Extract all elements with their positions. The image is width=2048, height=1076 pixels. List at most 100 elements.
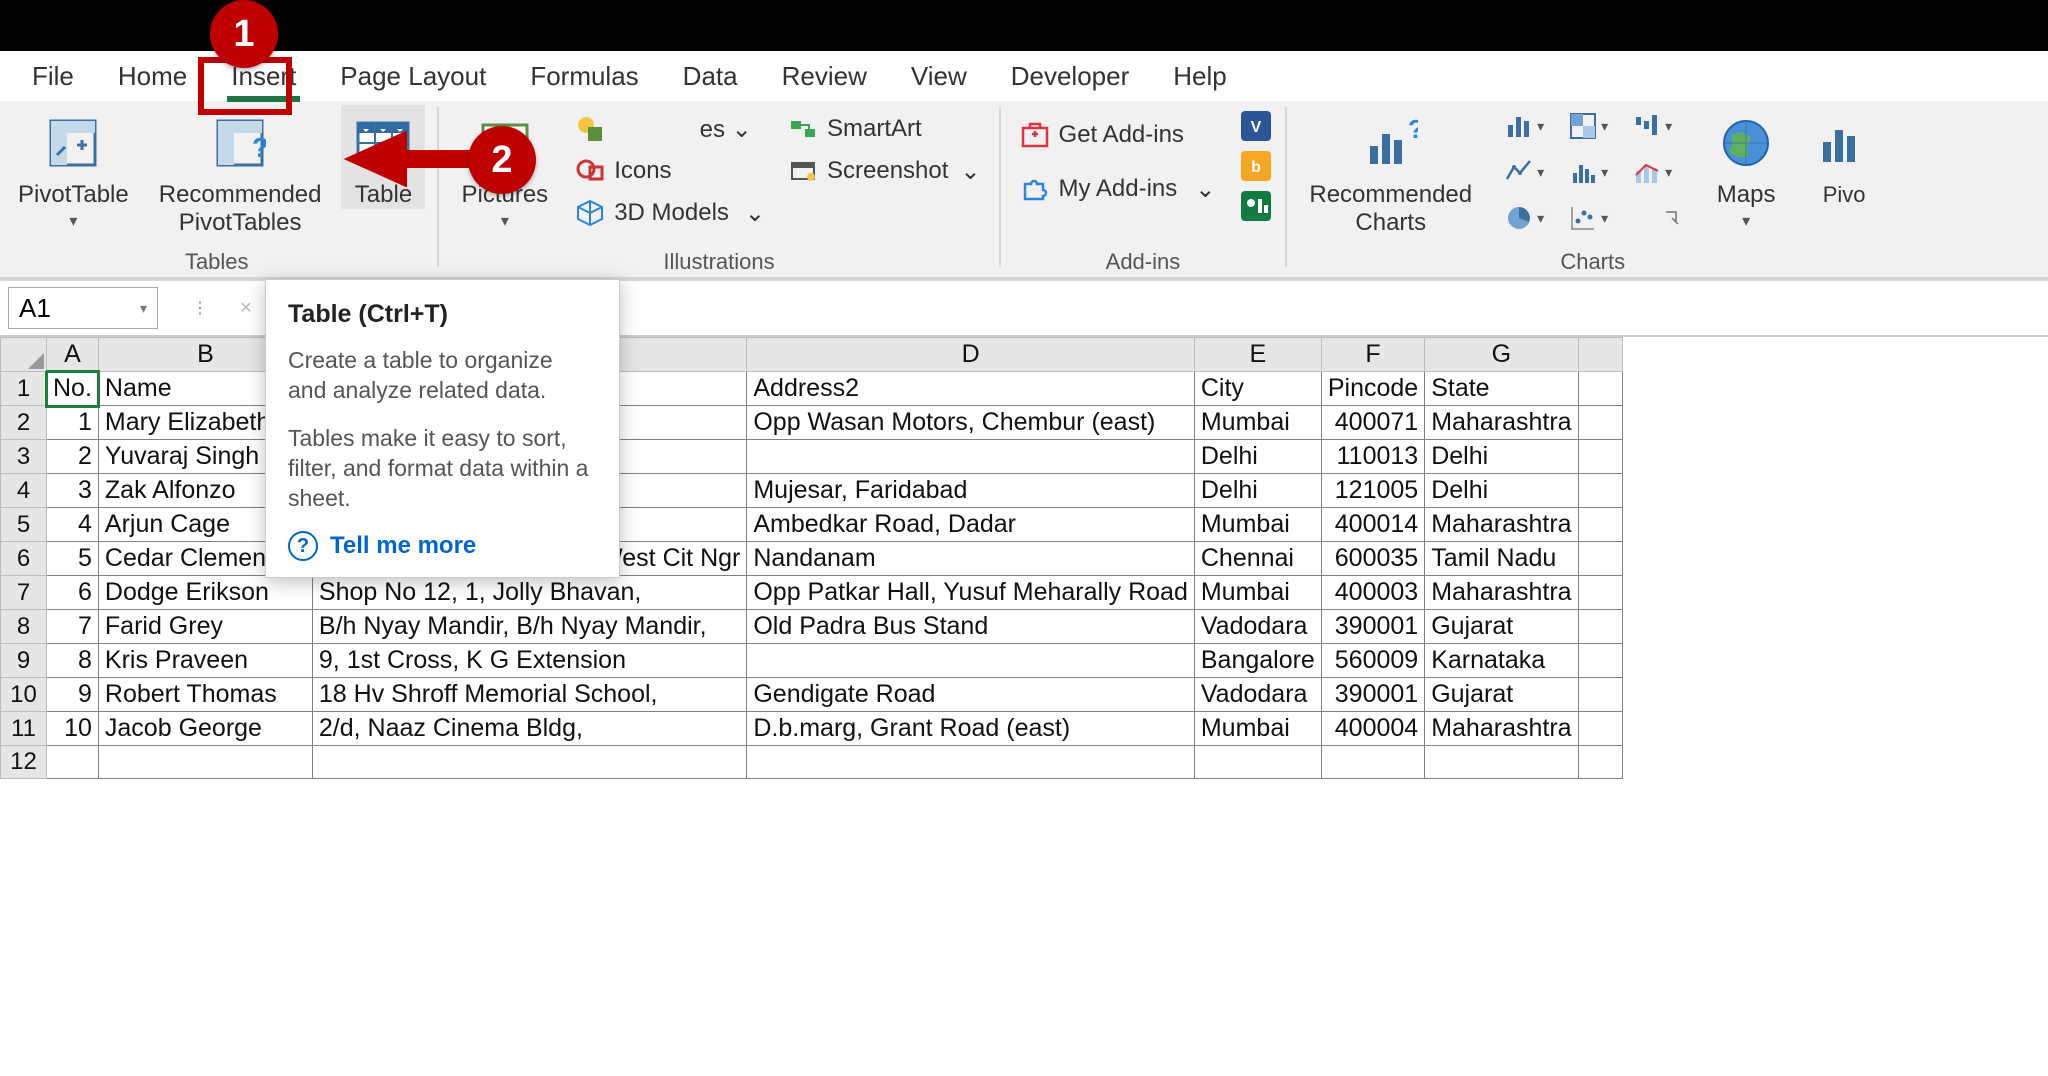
cell[interactable]: Gujarat xyxy=(1425,610,1578,644)
cell[interactable]: 3 xyxy=(47,474,99,508)
cell[interactable]: Mumbai xyxy=(1194,508,1321,542)
cell[interactable] xyxy=(747,440,1195,474)
cell[interactable]: 9 xyxy=(47,678,99,712)
cell[interactable]: 2/d, Naaz Cinema Bldg, xyxy=(312,712,746,746)
shapes-button[interactable]: Shapes es ⌄ xyxy=(568,109,771,149)
cell[interactable]: 400071 xyxy=(1321,406,1424,440)
cell[interactable]: Delhi xyxy=(1194,440,1321,474)
pie-chart-button[interactable]: ▾ xyxy=(1496,203,1552,233)
cell[interactable] xyxy=(1578,406,1622,440)
cell[interactable]: 5 xyxy=(47,542,99,576)
cell[interactable]: Opp Wasan Motors, Chembur (east) xyxy=(747,406,1195,440)
cell[interactable] xyxy=(1578,610,1622,644)
3d-models-button[interactable]: 3D Models ⌄ xyxy=(568,193,771,233)
cell[interactable]: 400003 xyxy=(1321,576,1424,610)
pivotchart-button[interactable]: Pivo xyxy=(1802,105,1886,209)
cell[interactable]: Pincode xyxy=(1321,372,1424,406)
cell[interactable]: City xyxy=(1194,372,1321,406)
cell[interactable]: 6 xyxy=(47,576,99,610)
cell[interactable] xyxy=(1578,508,1622,542)
combo-chart-button[interactable]: ▾ xyxy=(1624,157,1680,187)
row-header[interactable]: 12 xyxy=(1,746,47,779)
row-header[interactable]: 3 xyxy=(1,440,47,474)
statistic-chart-button[interactable]: ▾ xyxy=(1560,157,1616,187)
column-chart-button[interactable]: ▾ xyxy=(1496,111,1552,141)
column-header[interactable]: A xyxy=(47,338,99,372)
cell[interactable]: Mujesar, Faridabad xyxy=(747,474,1195,508)
cell[interactable]: Karnataka xyxy=(1425,644,1578,678)
cell[interactable]: Maharashtra xyxy=(1425,576,1578,610)
cell[interactable]: Shop No 12, 1, Jolly Bhavan, xyxy=(312,576,746,610)
cell[interactable]: Opp Patkar Hall, Yusuf Meharally Road xyxy=(747,576,1195,610)
tab-review[interactable]: Review xyxy=(778,59,871,94)
cell[interactable]: 390001 xyxy=(1321,678,1424,712)
column-header[interactable] xyxy=(1578,338,1622,372)
cell[interactable]: 121005 xyxy=(1321,474,1424,508)
cell[interactable] xyxy=(1578,440,1622,474)
column-header[interactable]: E xyxy=(1194,338,1321,372)
cell[interactable]: 9, 1st Cross, K G Extension xyxy=(312,644,746,678)
tell-me-more-link[interactable]: ? Tell me more xyxy=(288,531,597,561)
select-all-corner[interactable] xyxy=(1,338,47,372)
cell[interactable]: Kris Praveen xyxy=(98,644,312,678)
line-chart-button[interactable]: ▾ xyxy=(1496,157,1552,187)
chart-dialog-icon[interactable] xyxy=(1624,210,1680,226)
tab-home[interactable]: Home xyxy=(114,59,191,94)
name-box[interactable]: A1 ▾ xyxy=(8,287,158,329)
cell[interactable]: Mumbai xyxy=(1194,712,1321,746)
column-header[interactable]: G xyxy=(1425,338,1578,372)
cell[interactable]: Dodge Erikson xyxy=(98,576,312,610)
row-header[interactable]: 7 xyxy=(1,576,47,610)
bing-icon[interactable]: b xyxy=(1241,151,1273,183)
cell[interactable]: Vadodara xyxy=(1194,678,1321,712)
row-header[interactable]: 6 xyxy=(1,542,47,576)
cell[interactable]: 400004 xyxy=(1321,712,1424,746)
cell[interactable]: Nandanam xyxy=(747,542,1195,576)
cell[interactable]: Maharashtra xyxy=(1425,508,1578,542)
cell[interactable]: 110013 xyxy=(1321,440,1424,474)
cell[interactable]: Delhi xyxy=(1425,440,1578,474)
cell[interactable]: Address2 xyxy=(747,372,1195,406)
cell[interactable]: Tamil Nadu xyxy=(1425,542,1578,576)
recommended-pivottables-button[interactable]: ? Recommended PivotTables xyxy=(149,105,332,237)
tab-data[interactable]: Data xyxy=(679,59,742,94)
cell[interactable] xyxy=(1578,372,1622,406)
cell[interactable] xyxy=(1321,746,1424,779)
cell[interactable]: 7 xyxy=(47,610,99,644)
cell[interactable] xyxy=(98,746,312,779)
row-header[interactable]: 8 xyxy=(1,610,47,644)
cancel-icon[interactable]: ✕ xyxy=(232,294,260,322)
cell[interactable]: Delhi xyxy=(1194,474,1321,508)
cell[interactable]: 4 xyxy=(47,508,99,542)
cell[interactable]: Bangalore xyxy=(1194,644,1321,678)
cell[interactable]: 1 xyxy=(47,406,99,440)
pivottable-button[interactable]: PivotTable ▾ xyxy=(8,105,139,231)
tab-developer[interactable]: Developer xyxy=(1007,59,1134,94)
cell[interactable]: State xyxy=(1425,372,1578,406)
drag-handle-icon[interactable]: ⋮ xyxy=(186,294,214,322)
cell[interactable] xyxy=(747,746,1195,779)
column-header[interactable]: D xyxy=(747,338,1195,372)
people-graph-icon[interactable] xyxy=(1241,191,1273,223)
row-header[interactable]: 11 xyxy=(1,712,47,746)
cell[interactable] xyxy=(47,746,99,779)
tab-help[interactable]: Help xyxy=(1169,59,1230,94)
cell[interactable]: Gendigate Road xyxy=(747,678,1195,712)
tab-view[interactable]: View xyxy=(907,59,971,94)
row-header[interactable]: 1 xyxy=(1,372,47,406)
cell[interactable] xyxy=(1578,576,1622,610)
hierarchy-chart-button[interactable]: ▾ xyxy=(1560,111,1616,141)
cell[interactable]: Delhi xyxy=(1425,474,1578,508)
row-header[interactable]: 9 xyxy=(1,644,47,678)
cell[interactable]: 390001 xyxy=(1321,610,1424,644)
cell[interactable]: 10 xyxy=(47,712,99,746)
cell[interactable]: No. xyxy=(47,372,99,406)
row-header[interactable]: 2 xyxy=(1,406,47,440)
recommended-charts-button[interactable]: ? Recommended Charts xyxy=(1299,105,1482,237)
cell[interactable]: D.b.marg, Grant Road (east) xyxy=(747,712,1195,746)
cell[interactable]: Robert Thomas xyxy=(98,678,312,712)
smartart-button[interactable]: SmartArt xyxy=(781,109,987,149)
column-header[interactable]: F xyxy=(1321,338,1424,372)
visio-icon[interactable]: V xyxy=(1241,111,1273,143)
get-addins-button[interactable]: Get Add-ins xyxy=(1013,115,1222,155)
